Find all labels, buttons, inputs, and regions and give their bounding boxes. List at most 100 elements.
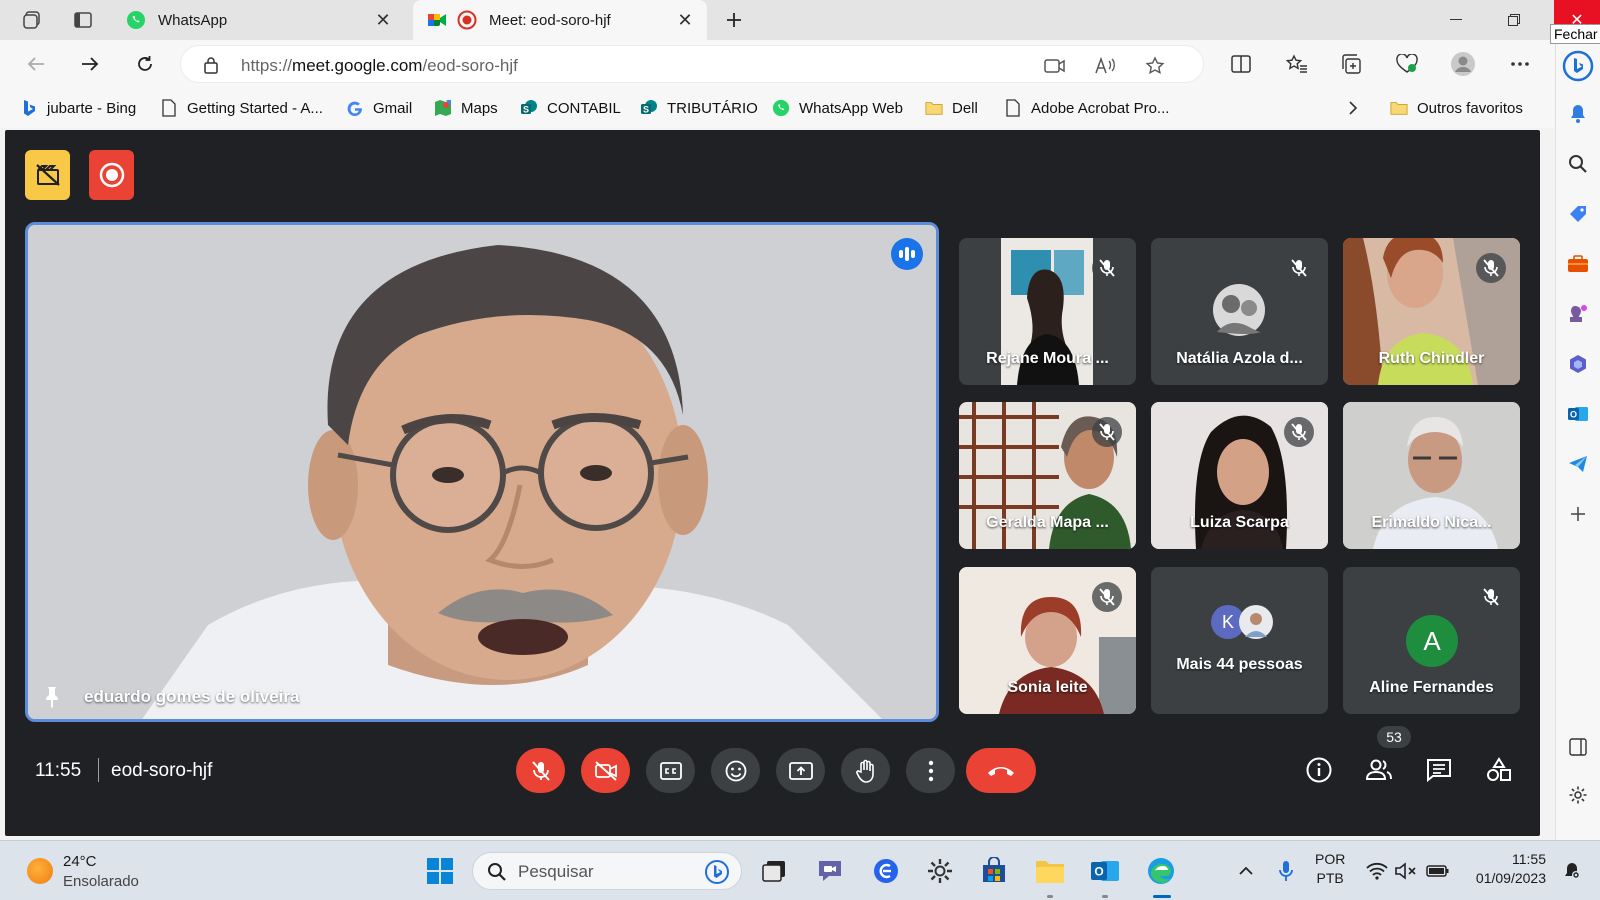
taskbar-search-input[interactable]: Pesquisar xyxy=(472,852,742,890)
bookmark-gmail[interactable]: Gmail xyxy=(346,97,412,119)
search-icon[interactable] xyxy=(1566,152,1590,176)
close-tab-icon[interactable]: ✕ xyxy=(373,10,393,30)
people-button[interactable] xyxy=(1361,752,1397,788)
close-tab-icon[interactable]: ✕ xyxy=(675,10,695,30)
participants-count-badge: 53 xyxy=(1377,726,1411,748)
microphone-icon[interactable] xyxy=(1270,855,1302,887)
captions-button[interactable] xyxy=(646,748,695,793)
bookmark-maps[interactable]: Maps xyxy=(434,97,498,119)
participant-tile[interactable]: Ruth Chindler xyxy=(1343,238,1520,385)
outlook-icon[interactable]: O xyxy=(1089,855,1121,887)
present-screen-button[interactable] xyxy=(776,748,825,793)
sun-weather-icon[interactable] xyxy=(27,858,53,884)
collections-icon[interactable] xyxy=(1338,50,1366,78)
battery-icon[interactable] xyxy=(1422,855,1454,887)
activities-button[interactable] xyxy=(1481,752,1517,788)
close-tooltip: Fechar xyxy=(1550,24,1600,44)
profile-avatar[interactable] xyxy=(1449,50,1477,78)
bookmark-jubarte-bing[interactable]: jubarte - Bing xyxy=(20,97,136,119)
toggle-microphone-button[interactable] xyxy=(516,748,565,793)
bookmark-contabil[interactable]: S CONTABIL xyxy=(520,97,621,119)
tab-whatsapp[interactable]: WhatsApp ✕ xyxy=(112,0,405,40)
participant-tile[interactable]: A Aline Fernandes xyxy=(1343,567,1520,714)
volume-muted-icon[interactable] xyxy=(1390,855,1422,887)
tab-actions-icon[interactable] xyxy=(71,8,95,32)
tab-meet[interactable]: Meet: eod-soro-hjf ✕ xyxy=(413,0,707,40)
file-explorer-icon[interactable] xyxy=(1034,855,1066,887)
bookmark-getting-started[interactable]: Getting Started - A... xyxy=(160,97,323,119)
chevron-right-icon[interactable] xyxy=(1348,97,1358,119)
participant-tile[interactable]: Geralda Mapa ... xyxy=(959,402,1136,549)
wifi-icon[interactable] xyxy=(1361,855,1393,887)
skype-chat-icon[interactable] xyxy=(870,855,902,887)
bookmark-whatsapp-web[interactable]: WhatsApp Web xyxy=(772,97,903,119)
muted-mic-icon xyxy=(1092,253,1122,283)
reactions-button[interactable] xyxy=(711,748,760,793)
notifications-icon[interactable] xyxy=(1566,102,1590,126)
leave-call-button[interactable] xyxy=(966,748,1036,793)
participant-tile[interactable]: Rejane Moura ... xyxy=(959,238,1136,385)
meeting-details-button[interactable] xyxy=(1301,752,1337,788)
participant-tile[interactable]: Natália Azola d... xyxy=(1151,238,1328,385)
lock-icon[interactable] xyxy=(203,56,219,79)
notification-settings-icon[interactable] xyxy=(1556,855,1588,887)
language-indicator[interactable]: POR PTB xyxy=(1315,851,1345,886)
restore-icon[interactable] xyxy=(1491,0,1537,40)
recording-badge[interactable] xyxy=(89,150,134,200)
main-speaker-tile[interactable]: eduardo gomes de oliveira xyxy=(25,222,939,722)
divider xyxy=(98,758,99,782)
new-tab-icon[interactable] xyxy=(722,8,746,32)
shopping-tag-icon[interactable] xyxy=(1566,202,1590,226)
svg-text:O: O xyxy=(1570,410,1577,420)
clock-date[interactable]: 11:55 01/09/2023 xyxy=(1466,851,1546,886)
task-view-icon[interactable] xyxy=(758,855,790,887)
toggle-camera-button[interactable] xyxy=(581,748,630,793)
microsoft-store-icon[interactable] xyxy=(978,855,1010,887)
camera-permission-icon[interactable] xyxy=(1043,54,1067,78)
outlook-icon[interactable]: O xyxy=(1566,402,1590,426)
more-options-button[interactable] xyxy=(906,748,955,793)
more-options-icon[interactable] xyxy=(1506,50,1534,78)
chevron-up-icon[interactable] xyxy=(1230,855,1262,887)
bookmark-dell[interactable]: Dell xyxy=(925,97,978,119)
back-icon[interactable] xyxy=(22,50,50,78)
tools-briefcase-icon[interactable] xyxy=(1566,252,1590,276)
browser-essentials-icon[interactable] xyxy=(1393,50,1421,78)
participant-name: Ruth Chindler xyxy=(1378,350,1485,367)
participant-name: Luiza Scarpa xyxy=(1190,514,1289,531)
windows-start-icon[interactable] xyxy=(424,855,456,887)
copilot-icon[interactable] xyxy=(1562,50,1594,82)
add-icon[interactable] xyxy=(1566,502,1590,526)
no-video-effects-badge[interactable] xyxy=(25,150,70,200)
telegram-send-icon[interactable] xyxy=(1566,452,1590,476)
svg-text:S: S xyxy=(523,105,529,115)
workspaces-icon[interactable] xyxy=(20,8,44,32)
read-aloud-icon[interactable] xyxy=(1093,54,1117,78)
participant-tile[interactable]: Erimaldo Nica... xyxy=(1343,402,1520,549)
favorites-icon[interactable] xyxy=(1283,50,1311,78)
forward-icon[interactable] xyxy=(76,50,104,78)
chat-button[interactable] xyxy=(1421,752,1457,788)
google-icon xyxy=(346,99,364,117)
split-screen-icon[interactable] xyxy=(1227,50,1255,78)
sidebar-layout-icon[interactable] xyxy=(1566,735,1590,759)
bookmark-other-favorites[interactable]: Outros favoritos xyxy=(1390,97,1523,119)
bookmark-tributario[interactable]: S TRIBUTÁRIO xyxy=(640,97,758,119)
edge-browser-icon[interactable] xyxy=(1145,855,1177,887)
favorite-star-icon[interactable] xyxy=(1143,54,1167,78)
pin-icon[interactable] xyxy=(40,685,64,709)
url-field[interactable]: https://meet.google.com/eod-soro-hjf xyxy=(180,45,1204,83)
settings-gear-icon[interactable] xyxy=(1566,783,1590,807)
raise-hand-button[interactable] xyxy=(841,748,890,793)
teams-chat-icon[interactable] xyxy=(814,855,846,887)
microsoft-365-icon[interactable] xyxy=(1566,352,1590,376)
settings-gear-icon[interactable] xyxy=(924,855,956,887)
games-icon[interactable] xyxy=(1566,302,1590,326)
bing-chat-icon[interactable] xyxy=(705,860,729,889)
minimize-icon[interactable] xyxy=(1433,0,1479,40)
more-participants-tile[interactable]: K Mais 44 pessoas xyxy=(1151,567,1328,714)
participant-tile[interactable]: Luiza Scarpa xyxy=(1151,402,1328,549)
participant-tile[interactable]: Sonia leite xyxy=(959,567,1136,714)
refresh-icon[interactable] xyxy=(131,50,159,78)
bookmark-adobe-acrobat[interactable]: Adobe Acrobat Pro... xyxy=(1004,97,1169,119)
